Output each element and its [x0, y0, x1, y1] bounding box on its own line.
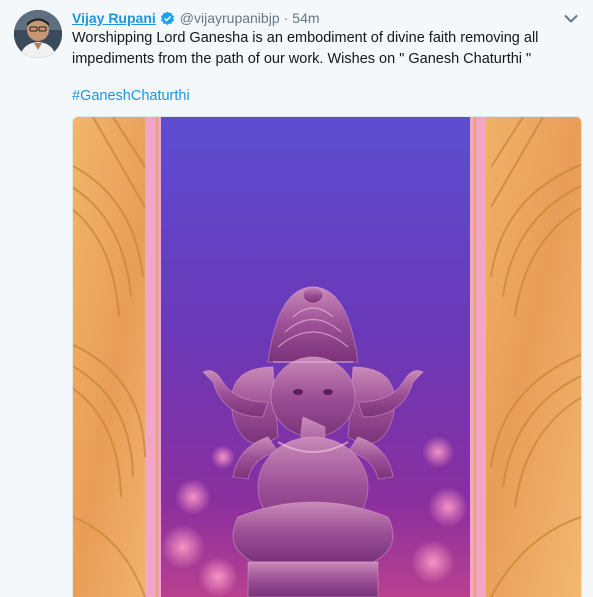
tweet-card[interactable]: Vijay Rupani @vijayrupanibjp · 54m Worsh… [0, 0, 593, 597]
author-name[interactable]: Vijay Rupani [72, 10, 156, 26]
tweet-header: Vijay Rupani @vijayrupanibjp · 54m [72, 8, 320, 28]
avatar-image [14, 10, 62, 58]
avatar[interactable] [14, 10, 62, 58]
tweet-text: Worshipping Lord Ganesha is an embodimen… [72, 30, 539, 67]
hashtag-link[interactable]: #GaneshChaturthi [72, 86, 190, 107]
ganesh-chaturthi-image [73, 117, 581, 597]
verified-badge-icon [160, 11, 175, 26]
tweet-media[interactable] [72, 116, 582, 597]
author-handle[interactable]: @vijayrupanibjp [180, 10, 280, 26]
chevron-down-icon[interactable] [562, 10, 580, 28]
tweet-timestamp[interactable]: 54m [292, 10, 319, 26]
header-separator: · [283, 10, 289, 26]
